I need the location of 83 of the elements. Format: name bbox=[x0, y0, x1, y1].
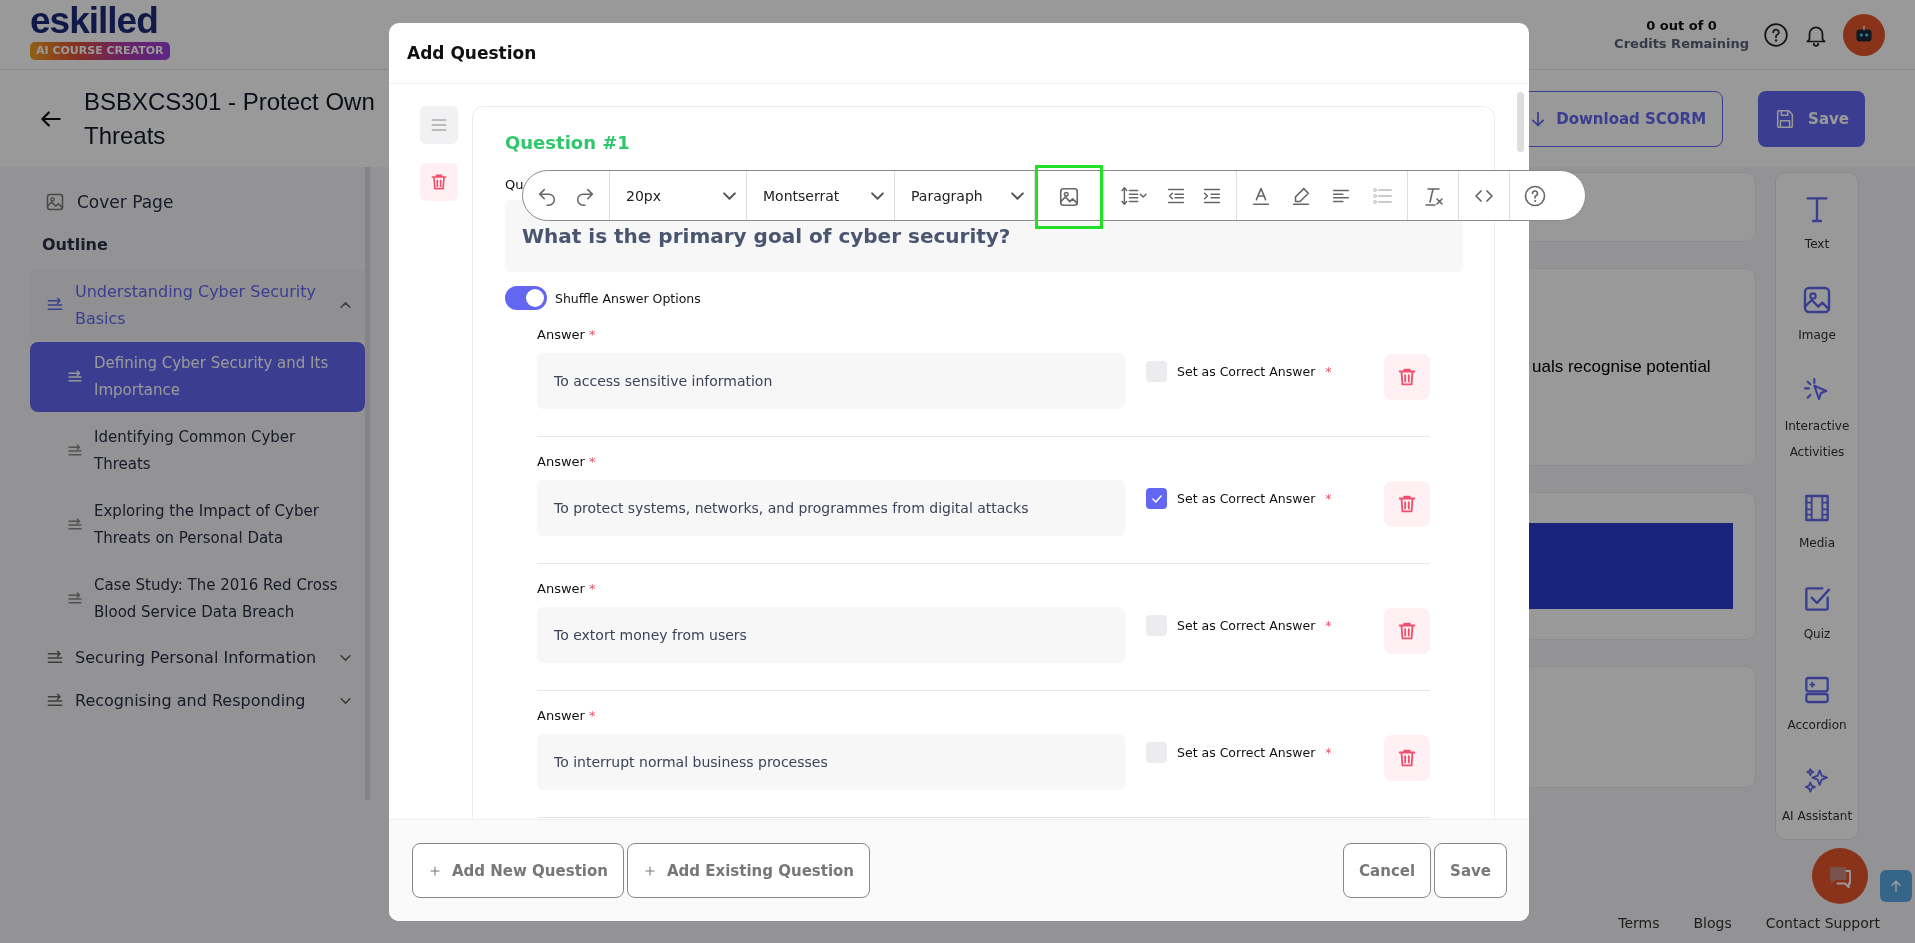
chat-button[interactable] bbox=[1812, 848, 1868, 904]
widget-item[interactable]: Quiz bbox=[1777, 583, 1857, 647]
checkbox-label: Set as Correct Answer bbox=[1177, 490, 1316, 508]
help-icon bbox=[1523, 183, 1547, 208]
font-size-dropdown[interactable]: 20px bbox=[610, 171, 747, 220]
chevron-down-icon bbox=[723, 191, 736, 200]
widget-item[interactable]: AI Assistant bbox=[1777, 765, 1857, 829]
delete-answer-button[interactable] bbox=[1384, 354, 1430, 400]
delete-answer-button[interactable] bbox=[1384, 608, 1430, 654]
required-mark: * bbox=[1325, 617, 1332, 635]
question-heading: Question #1 bbox=[505, 131, 631, 155]
arrow-up-icon bbox=[1888, 878, 1904, 894]
content-text: uals recognise potential bbox=[1532, 357, 1711, 377]
answer-field[interactable]: To interrupt normal business processes bbox=[537, 734, 1125, 790]
logo-badge: AI COURSE CREATOR bbox=[30, 42, 170, 60]
chevron-down-icon bbox=[871, 191, 884, 200]
footer-button[interactable]: Save bbox=[1434, 843, 1507, 898]
scroll-top-button[interactable] bbox=[1880, 870, 1912, 902]
answer-field[interactable]: To protect systems, networks, and programmes from digital attacks bbox=[537, 480, 1125, 536]
toggle-label: Shuffle Answer Options bbox=[555, 290, 701, 306]
footer-link[interactable]: Blogs bbox=[1693, 915, 1732, 931]
answer-field[interactable]: To extort money from users bbox=[537, 607, 1125, 663]
required-mark: * bbox=[1325, 744, 1332, 762]
delete-answer-button[interactable] bbox=[1384, 735, 1430, 781]
delete-answer-button[interactable] bbox=[1384, 481, 1430, 527]
download-icon bbox=[1532, 110, 1545, 127]
course-title: Threats bbox=[84, 120, 167, 151]
trash-icon bbox=[1396, 493, 1418, 515]
save-button[interactable]: Save bbox=[1758, 90, 1865, 147]
trash-icon bbox=[1396, 747, 1418, 769]
trash-icon bbox=[429, 172, 449, 192]
block-format-dropdown[interactable]: Paragraph bbox=[895, 171, 1035, 220]
modal-title: Add Question bbox=[407, 43, 537, 63]
credits-count: 0 out of 0 bbox=[1646, 16, 1717, 35]
answer-label: Answer * bbox=[537, 453, 597, 471]
outline-item[interactable]: Case Study: The 2016 Red Cross Blood Service Data Breach bbox=[30, 564, 365, 634]
answer-label: Answer * bbox=[537, 707, 597, 725]
image-icon bbox=[45, 192, 65, 212]
field-label: Qu bbox=[505, 177, 525, 193]
scrollbar[interactable] bbox=[1517, 92, 1524, 152]
outline-item[interactable]: Defining Cyber Security and Its Importance bbox=[30, 342, 365, 412]
outline-item[interactable]: Identifying Common Cyber Threats bbox=[30, 416, 365, 486]
answer-label: Answer * bbox=[537, 580, 597, 598]
required-mark: * bbox=[1325, 363, 1332, 381]
credits-label: Credits Remaining bbox=[1614, 34, 1749, 53]
chevron-down-icon bbox=[1011, 191, 1024, 200]
answer-label: Answer * bbox=[537, 326, 597, 344]
widget-item[interactable]: Text bbox=[1777, 193, 1857, 257]
footer-link[interactable]: Contact Support bbox=[1765, 915, 1880, 931]
correct-answer-checkbox[interactable] bbox=[1146, 488, 1167, 509]
trash-icon bbox=[1396, 366, 1418, 388]
add-question-button[interactable]: Add Existing Question bbox=[626, 843, 871, 898]
image-widget-icon bbox=[1801, 284, 1833, 316]
required-mark: * bbox=[1325, 490, 1332, 508]
widget-item[interactable]: Image bbox=[1777, 284, 1857, 348]
footer-link[interactable]: Terms bbox=[1618, 915, 1660, 931]
outline-item[interactable]: Exploring the Impact of Cyber Threats on Personal Data bbox=[30, 490, 365, 560]
logo-wordmark: eskilled bbox=[30, 1, 158, 41]
checkbox-label: Set as Correct Answer bbox=[1177, 617, 1316, 635]
plus-icon bbox=[642, 863, 657, 878]
checkbox-label: Set as Correct Answer bbox=[1177, 363, 1316, 381]
add-question-button[interactable]: Add New Question bbox=[412, 843, 624, 898]
insert-image-button[interactable] bbox=[1035, 164, 1103, 229]
outline-section[interactable]: Recognising and Responding bbox=[30, 679, 365, 722]
avatar[interactable] bbox=[1843, 13, 1885, 56]
trash-icon bbox=[1396, 620, 1418, 642]
footer-button[interactable]: Cancel bbox=[1343, 843, 1432, 898]
plus-icon bbox=[428, 863, 442, 878]
widget-item[interactable]: Media bbox=[1777, 492, 1857, 556]
font-family-dropdown[interactable]: Montserrat bbox=[747, 171, 895, 220]
widget-item[interactable]: Interactive Activities bbox=[1777, 375, 1857, 465]
reorder-button[interactable] bbox=[420, 106, 458, 144]
shuffle-toggle[interactable] bbox=[505, 286, 547, 310]
widget-item[interactable]: Accordion bbox=[1777, 674, 1857, 738]
delete-question-button[interactable] bbox=[420, 163, 458, 201]
outline-section[interactable]: Securing Personal Information bbox=[30, 636, 365, 679]
answer-field[interactable]: To access sensitive information bbox=[537, 353, 1125, 409]
image-icon bbox=[1058, 185, 1080, 208]
checkbox-label: Set as Correct Answer bbox=[1177, 744, 1316, 762]
cover-page-link[interactable]: Cover Page bbox=[77, 188, 174, 216]
help-icon bbox=[1763, 21, 1789, 48]
outline-heading: Outline bbox=[41, 234, 109, 256]
course-title: BSBXCS301 - Protect Own bbox=[84, 86, 375, 117]
